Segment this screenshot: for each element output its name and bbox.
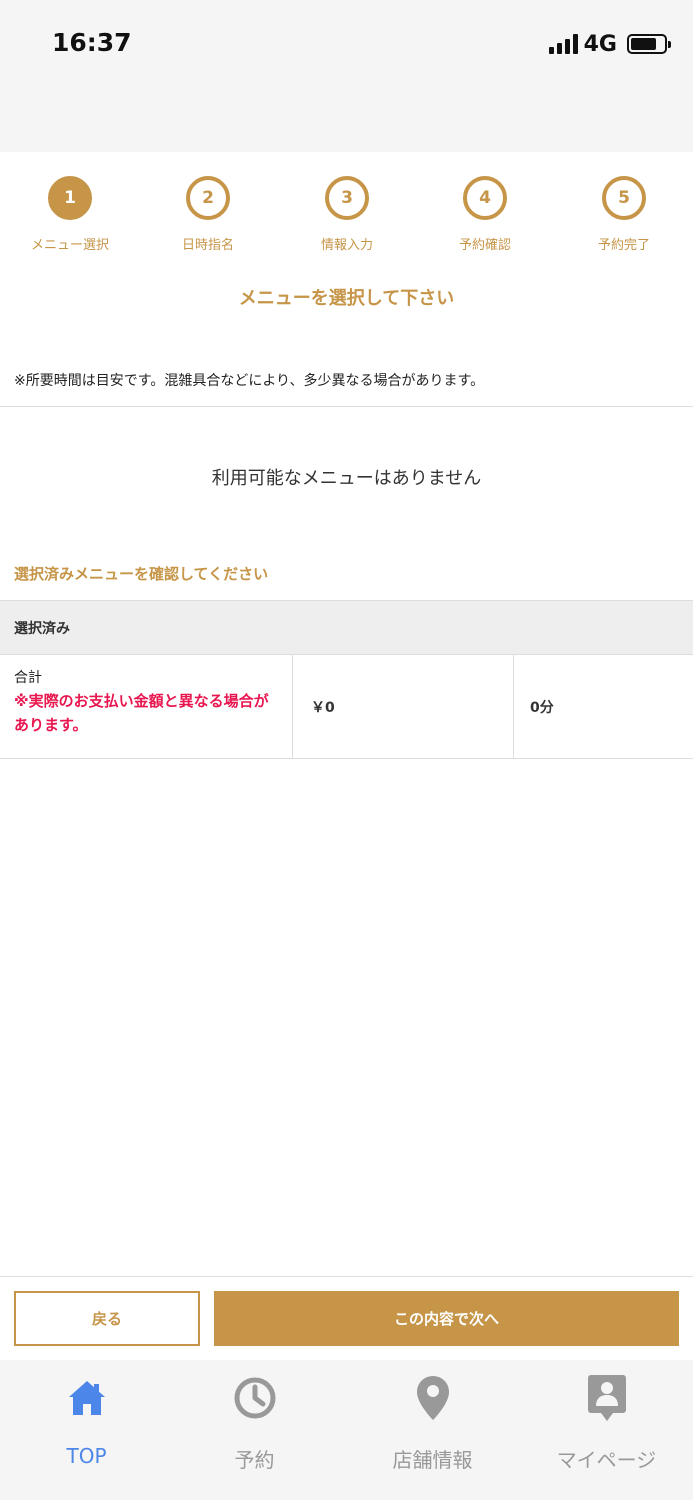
step-3: 3 情報入力	[287, 176, 407, 253]
duration-note: ※所要時間は目安です。混雑具合などにより、多少異なる場合があります。	[14, 373, 485, 389]
step-label: 情報入力	[320, 238, 373, 253]
payment-warning: ※実際のお支払い金額と異なる場合があります。	[14, 692, 269, 734]
status-indicators: 4G	[548, 30, 671, 58]
confirm-heading: 選択済みメニューを確認してください	[14, 565, 269, 583]
table-row: 合計 ※実際のお支払い金額と異なる場合があります。 ￥0 0分	[0, 655, 693, 759]
profile-icon	[583, 1374, 631, 1422]
page-heading: メニューを選択して下さい	[238, 288, 455, 309]
empty-menu-message: 利用可能なメニューはありません	[211, 468, 482, 489]
step-number: 2	[186, 176, 230, 220]
tab-mypage[interactable]: マイページ	[520, 1360, 693, 1500]
tab-label: 店舗情報	[392, 1448, 473, 1472]
step-number: 3	[325, 176, 369, 220]
home-icon	[63, 1374, 111, 1422]
back-button[interactable]: 戻る	[14, 1291, 200, 1346]
tab-label: 予約	[234, 1448, 275, 1472]
tab-bar: TOP 予約 店舗情報 マイページ	[0, 1360, 693, 1500]
tab-store-info[interactable]: 店舗情報	[346, 1360, 519, 1500]
step-number: 5	[602, 176, 646, 220]
network-type: 4G	[583, 31, 617, 57]
selected-menu-table: 選択済み 合計 ※実際のお支払い金額と異なる場合があります。 ￥0 0分	[0, 600, 693, 759]
tab-reservation[interactable]: 予約	[168, 1360, 341, 1500]
battery-icon	[627, 34, 671, 54]
status-bar: 16:37 4G	[0, 0, 693, 152]
location-pin-icon	[409, 1374, 457, 1422]
tab-label: TOP	[66, 1444, 107, 1468]
divider	[0, 1276, 693, 1277]
total-duration: 0分	[530, 699, 554, 716]
step-5: 5 予約完了	[564, 176, 684, 253]
step-label: 日時指名	[181, 238, 234, 253]
next-button[interactable]: この内容で次へ	[214, 1291, 679, 1346]
step-indicator: 1 メニュー選択 2 日時指名 3 情報入力 4 予約確認 5 予約完了	[0, 176, 693, 256]
step-label: 予約完了	[597, 238, 650, 253]
tab-label: マイページ	[556, 1448, 657, 1472]
total-price: ￥0	[293, 655, 514, 758]
total-label: 合計	[14, 670, 42, 686]
signal-icon	[548, 34, 578, 54]
step-label: メニュー選択	[30, 238, 109, 253]
tab-top[interactable]: TOP	[0, 1360, 173, 1500]
step-number: 1	[48, 176, 92, 220]
step-2: 2 日時指名	[148, 176, 268, 253]
step-number: 4	[463, 176, 507, 220]
selected-header: 選択済み	[0, 601, 693, 655]
step-label: 予約確認	[458, 238, 511, 253]
divider	[0, 406, 693, 407]
clock-icon	[231, 1374, 279, 1422]
step-1: 1 メニュー選択	[10, 176, 130, 253]
status-time: 16:37	[52, 28, 132, 57]
step-4: 4 予約確認	[425, 176, 545, 253]
total-cell: 合計 ※実際のお支払い金額と異なる場合があります。	[0, 655, 293, 758]
